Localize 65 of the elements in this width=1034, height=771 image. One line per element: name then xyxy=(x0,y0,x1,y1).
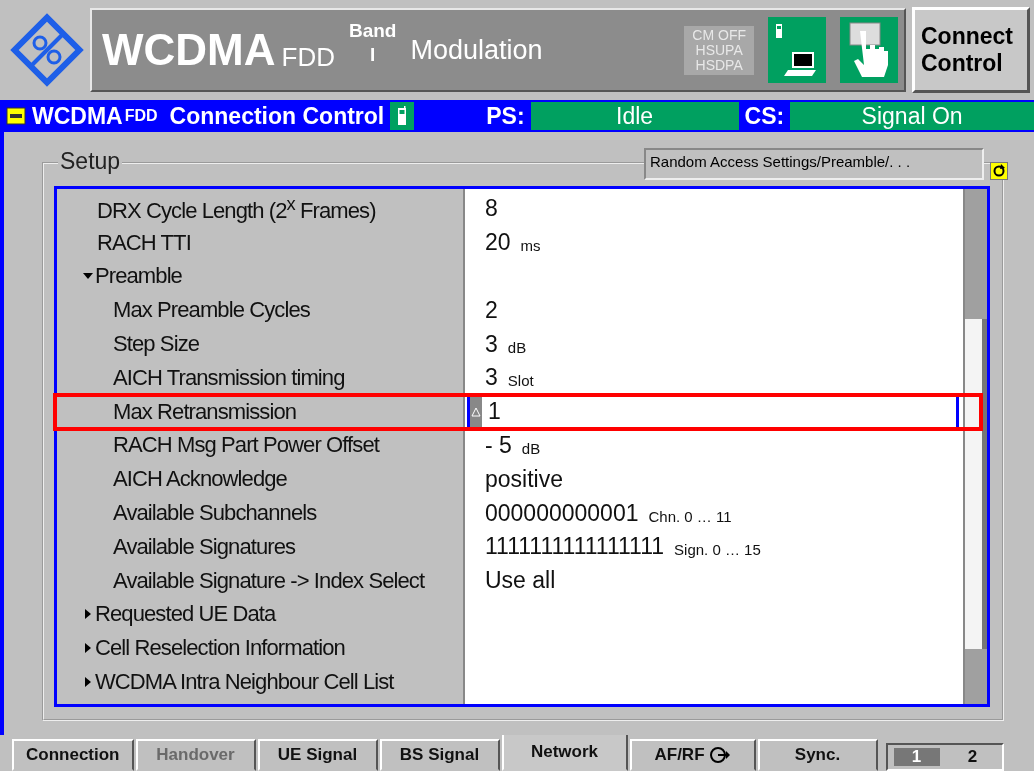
setting-value: 3 xyxy=(485,330,498,358)
hand-pointer-icon[interactable] xyxy=(840,17,898,83)
cs-status: Signal On xyxy=(790,102,1034,130)
setting-label: RACH Msg Part Power Offset xyxy=(113,432,379,459)
setting-label: Available Signature -> Index Select xyxy=(113,567,425,594)
setting-label: DRX Cycle Length (2$^{x}$ Frames) xyxy=(97,193,376,225)
tab[interactable]: Network xyxy=(501,735,628,771)
setting-value: - 5 xyxy=(485,431,512,459)
flag-text: CM OFF xyxy=(692,27,746,43)
setting-label: Preamble xyxy=(95,263,182,290)
minimize-icon[interactable] xyxy=(6,107,26,125)
tab[interactable]: BS Signal xyxy=(379,739,500,771)
connect-control-button[interactable]: Connect Control xyxy=(912,7,1030,93)
flag-text: HSDPA xyxy=(694,57,744,73)
setting-value: 2 xyxy=(485,296,498,324)
setting-value: 3 xyxy=(485,364,498,392)
logo-icon xyxy=(10,13,84,87)
page-button[interactable]: 1 xyxy=(893,748,940,766)
setting-label: Step Size xyxy=(113,331,200,358)
setting-label: Available Signatures xyxy=(113,533,296,560)
setting-label: WCDMA Intra Neighbour Cell List xyxy=(95,669,394,696)
page-button[interactable]: 2 xyxy=(949,748,996,766)
setting-label: AICH Acknowledge xyxy=(113,466,287,493)
setting-value[interactable]: 1 xyxy=(488,398,501,426)
setting-label: Available Subchannels xyxy=(113,500,317,527)
app-name: WCDMA xyxy=(32,102,123,130)
band-label: Band xyxy=(348,19,397,43)
flag-text: HSUPA xyxy=(694,42,744,58)
unit-label: dB xyxy=(521,439,541,457)
band-value: I xyxy=(370,43,376,67)
unit-label: Slot xyxy=(507,372,534,390)
setting-value: positive xyxy=(485,465,563,493)
target-arrow-icon xyxy=(708,746,731,764)
setting-label: Max Retransmission xyxy=(113,398,297,425)
setting-value: Use all xyxy=(485,567,556,595)
setting-value: 8 xyxy=(485,195,498,223)
setting-value: 20 xyxy=(485,229,511,257)
setting-value: 000000000001 xyxy=(485,499,639,527)
tab[interactable]: UE Signal xyxy=(257,739,378,771)
app-suffix: FDD xyxy=(124,107,158,125)
unit-label: ms xyxy=(520,237,541,255)
cs-label: CS: xyxy=(744,102,785,130)
setting-label: Cell Reselection Information xyxy=(95,635,345,662)
phone-icon xyxy=(397,106,408,126)
tab[interactable]: Connection xyxy=(12,739,134,771)
unit-label: Chn. 0 … 11 xyxy=(648,507,732,525)
tab[interactable]: AF/RF xyxy=(629,739,756,771)
setting-label: RACH TTI xyxy=(97,229,191,256)
tab[interactable]: Sync. xyxy=(757,739,878,771)
breadcrumb-field: Random Access Settings/Preamble/. . . xyxy=(644,148,984,180)
unit-label: Sign. 0 … 15 xyxy=(674,541,761,559)
section-title: Connection Control xyxy=(169,102,385,130)
unit-label: dB xyxy=(507,338,527,356)
standard-title: WCDMA xyxy=(102,25,276,75)
setting-label: Max Preamble Cycles xyxy=(113,297,310,324)
setting-label: Requested UE Data xyxy=(95,601,276,628)
scrollbar[interactable] xyxy=(963,189,987,704)
mode-title: Modulation xyxy=(410,34,544,66)
refresh-icon[interactable] xyxy=(990,162,1008,180)
setting-value: 1111111111111111 xyxy=(485,533,665,561)
setting-label: AICH Transmission timing xyxy=(113,364,345,391)
phone-laptop-icon[interactable] xyxy=(768,17,826,83)
ps-status: Idle xyxy=(530,102,739,130)
standard-suffix: FDD xyxy=(281,41,335,73)
ps-label: PS: xyxy=(486,102,525,130)
